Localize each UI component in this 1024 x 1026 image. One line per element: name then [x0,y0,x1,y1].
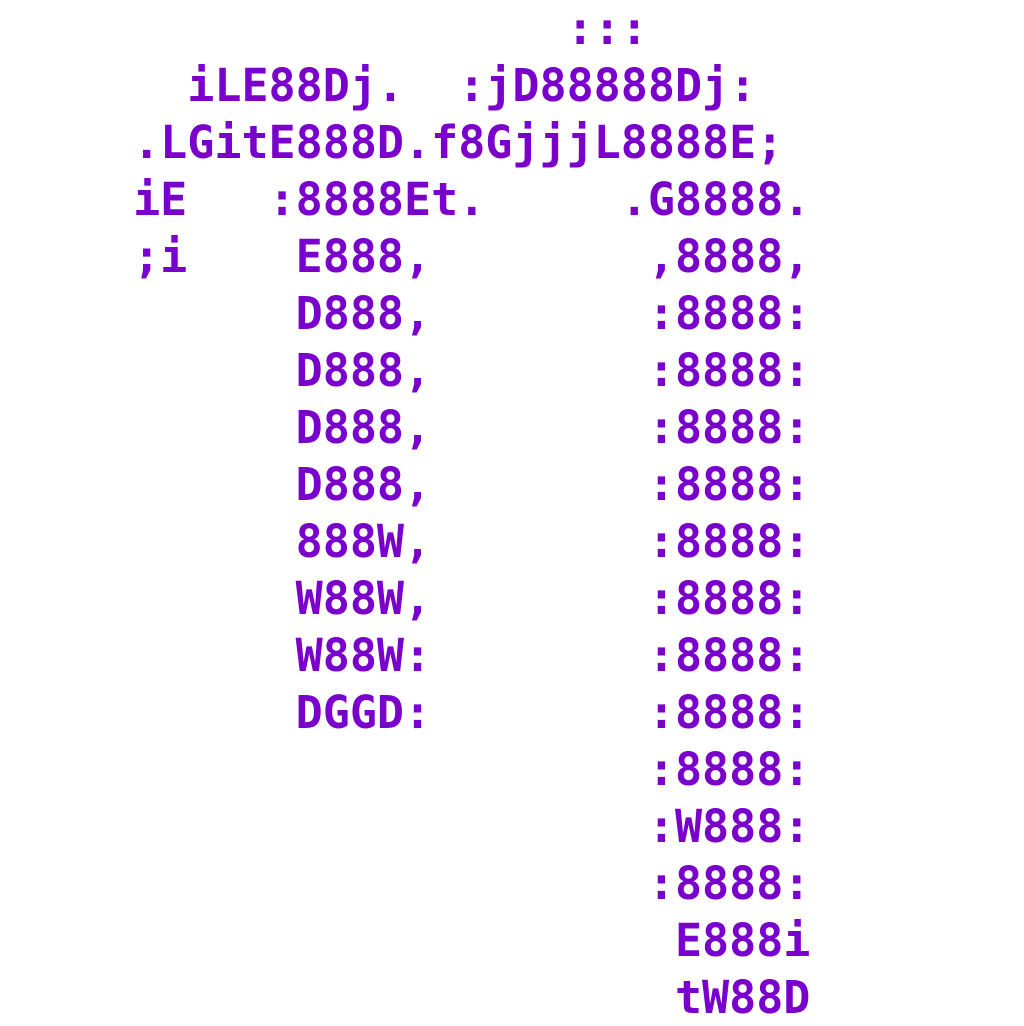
ascii-art-line: DGGD: :8888: [106,686,811,739]
ascii-art-line: D888, :8888: [106,344,811,397]
ascii-art-line: ::: [106,2,648,55]
ascii-art-line: W88W: :8888: [106,629,811,682]
ascii-art-line: ;i E888, ,8888, [106,230,811,283]
ascii-art-line: 888W, :8888: [106,515,811,568]
ascii-art-line: D888, :8888: [106,287,811,340]
ascii-art-line: iE :8888Et. .G8888. [106,173,811,226]
ascii-art-line: .LGitE888D.f8GjjjL8888E; [106,116,784,169]
ascii-art-line: :8888: [106,857,811,910]
ascii-art-line: :8888: [106,743,811,796]
ascii-art-line: tW88D [106,971,811,1024]
ascii-art-line: W88W, :8888: [106,572,811,625]
ascii-art-line: iLE88Dj. :jD88888Dj: [106,59,757,112]
ascii-art-line: D888, :8888: [106,401,811,454]
ascii-art: ::: iLE88Dj. :jD88888Dj: .LGitE888D.f8Gj… [106,0,1006,1026]
ascii-art-line: E888i [106,914,811,967]
ascii-art-line: :W888: [106,800,811,853]
ascii-art-line: D888, :8888: [106,458,811,511]
